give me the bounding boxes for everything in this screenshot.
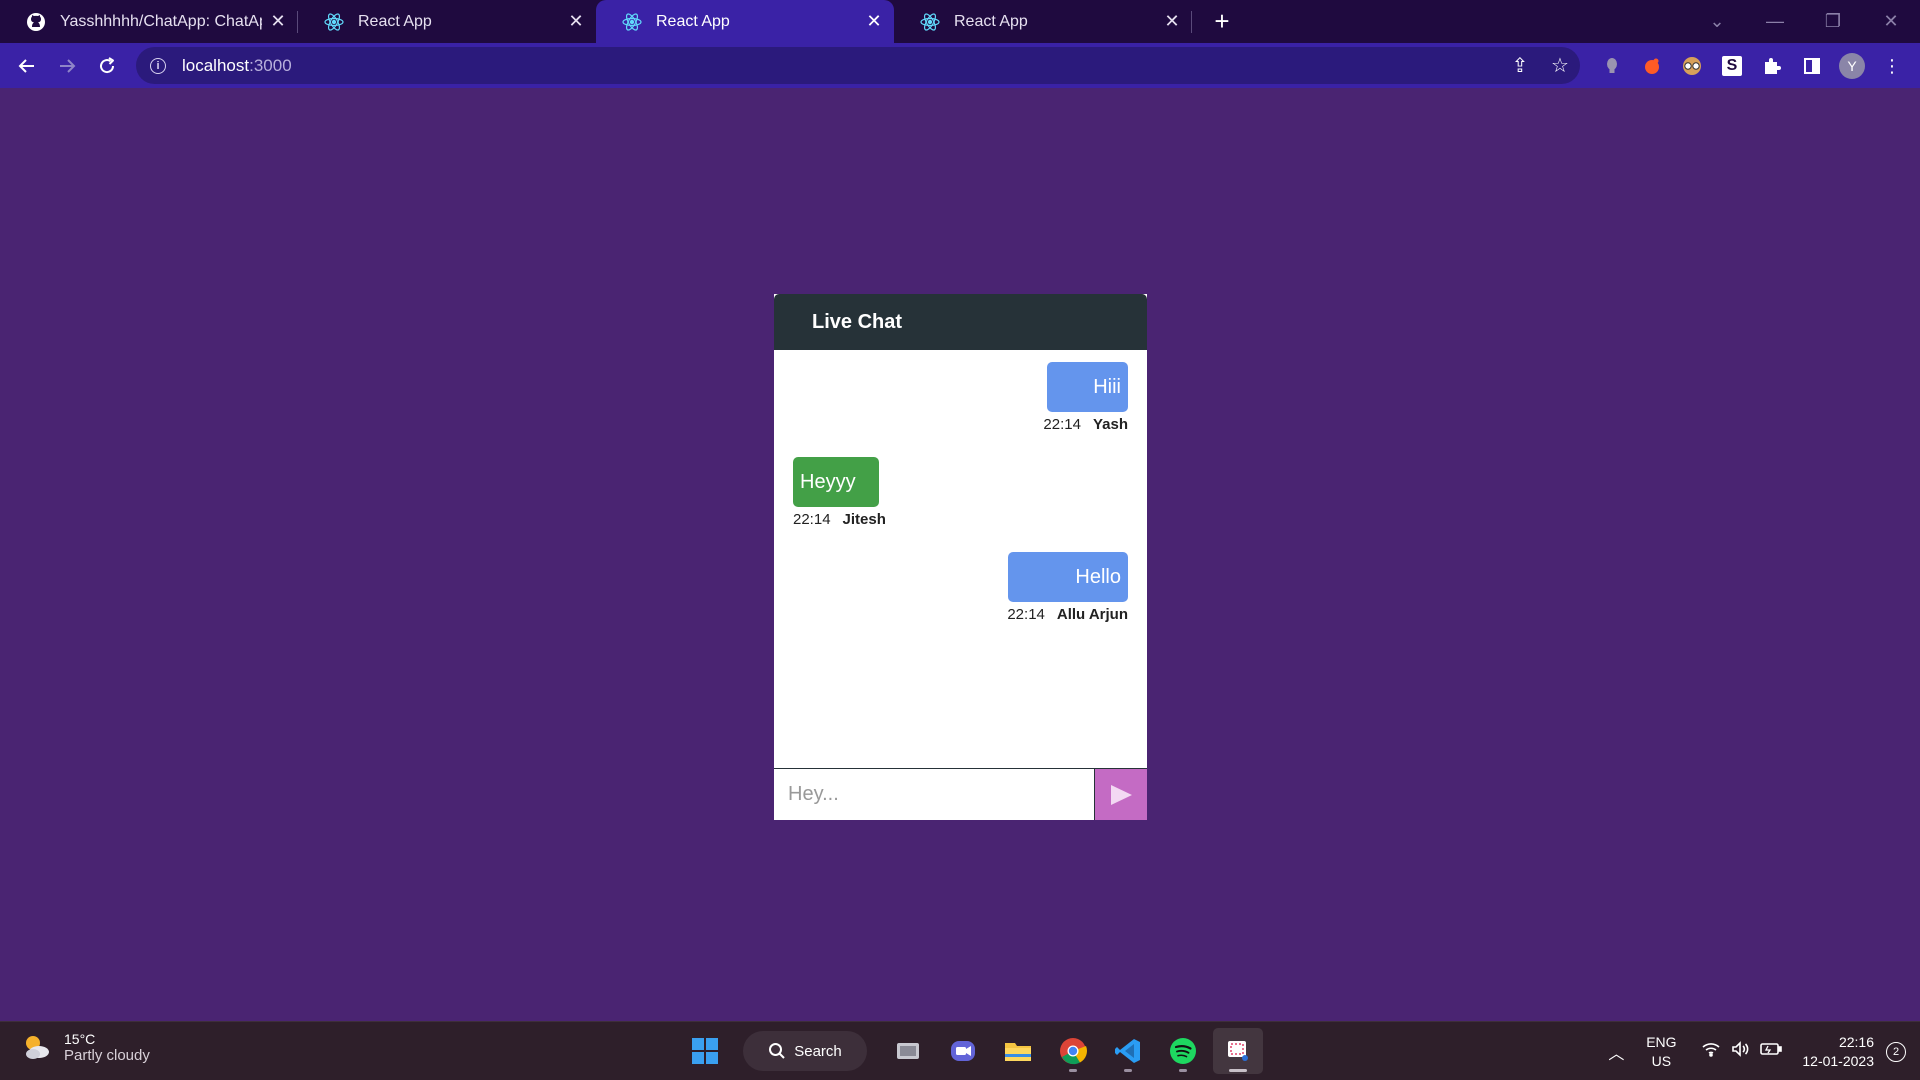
new-tab-button[interactable]: + [1202,0,1242,43]
extension-s-icon[interactable]: S [1715,49,1749,83]
message-meta: 22:14 Yash [1043,416,1128,433]
tab-react-app-1[interactable]: React App ✕ [298,0,596,43]
close-tab-icon[interactable]: ✕ [560,11,592,32]
close-tab-icon[interactable]: ✕ [1156,11,1188,32]
clock-time: 22:16 [1838,1033,1874,1050]
tab-search-icon[interactable]: ⌄ [1688,11,1746,32]
chevron-up-icon[interactable]: ︿ [1596,1040,1636,1064]
message-meta: 22:14 Jitesh [793,511,886,528]
address-bar[interactable]: i localhost:3000 ⇪ ☆ [136,47,1580,84]
browser-menu-icon[interactable]: ⋮ [1875,49,1909,83]
tab-title: React App [954,12,1028,30]
side-panel-icon[interactable] [1795,49,1829,83]
back-arrow-icon[interactable] [7,46,47,86]
vscode-icon[interactable] [1103,1028,1153,1074]
message-text: Heyyy [800,470,856,493]
weather-temp: 15°C [64,1030,96,1047]
file-explorer-icon[interactable] [993,1028,1043,1074]
react-icon [324,12,344,32]
share-icon[interactable]: ⇪ [1500,53,1540,78]
clock-date: 12-01-2023 [1802,1052,1874,1069]
tab-react-app-3[interactable]: React App ✕ [894,0,1192,43]
forward-arrow-icon[interactable] [47,46,87,86]
message-meta: 22:14 Allu Arjun [1007,606,1128,623]
send-button[interactable] [1095,769,1147,820]
react-icon [622,12,642,32]
taskbar-apps: Search [680,1028,1268,1074]
site-info-icon[interactable]: i [150,57,166,74]
teams-chat-icon[interactable] [938,1028,988,1074]
extensions-puzzle-icon[interactable] [1755,49,1789,83]
message-author: Jitesh [842,511,886,528]
battery-icon[interactable] [1756,1042,1786,1061]
close-tab-icon[interactable]: ✕ [858,11,890,32]
extension-bulb-icon[interactable] [1595,49,1629,83]
message-you: Hiii 22:14 Yash [1043,362,1128,433]
system-tray: ︿ ENG US 22:16 12-01-2023 2 [1596,1022,1920,1080]
search-icon [769,1043,785,1059]
running-indicator [1179,1069,1187,1072]
spotify-icon[interactable] [1158,1028,1208,1074]
message-text: Hello [1075,565,1121,588]
running-indicator [1229,1069,1247,1072]
browser-toolbar: i localhost:3000 ⇪ ☆ S Y ⋮ [0,43,1920,88]
running-indicator [1069,1069,1077,1072]
window-controls: ⌄ — ❐ ✕ [1688,0,1920,43]
language-indicator[interactable]: ENG US [1636,1033,1686,1071]
message-time: 22:14 [793,511,831,528]
taskbar: 15°C Partly cloudy Search ︿ ENG US 22:16… [0,1021,1920,1080]
extension-glasses-icon[interactable] [1675,49,1709,83]
tab-react-app-2[interactable]: React App ✕ [596,0,894,43]
windows-start-icon[interactable] [680,1028,730,1074]
chat-footer [774,769,1147,820]
weather-widget[interactable]: 15°C Partly cloudy [20,1030,150,1064]
message-input[interactable] [774,769,1095,820]
tab-strip: Yasshhhhh/ChatApp: ChatApp made ✕ React … [0,0,1920,43]
message-author: Allu Arjun [1056,606,1128,623]
chat-header: Live Chat [774,294,1147,350]
reload-icon[interactable] [87,46,127,86]
play-triangle-icon [1111,784,1132,805]
message-bubble: Heyyy [793,457,879,507]
task-view-icon[interactable] [883,1028,933,1074]
tab-title: React App [358,12,432,30]
message-author: Yash [1092,416,1128,433]
extension-orange-icon[interactable] [1635,49,1669,83]
partly-cloudy-icon [26,1036,49,1059]
chat-title: Live Chat [812,310,903,333]
minimize-icon[interactable]: — [1746,11,1804,32]
tab-separator [1191,11,1192,33]
running-indicator [1124,1069,1132,1072]
profile-avatar[interactable]: Y [1835,49,1869,83]
weather-condition: Partly cloudy [64,1046,150,1064]
taskbar-clock[interactable]: 22:16 12-01-2023 [1802,1033,1874,1071]
volume-icon[interactable] [1726,1041,1756,1062]
react-icon [920,12,940,32]
message-you: Hello 22:14 Allu Arjun [1007,552,1128,623]
github-icon [26,12,46,32]
message-time: 22:14 [1007,606,1045,623]
search-label: Search [794,1042,842,1060]
close-tab-icon[interactable]: ✕ [262,11,294,32]
url-text[interactable]: localhost:3000 [182,56,292,76]
taskbar-search[interactable]: Search [743,1031,867,1071]
chrome-icon[interactable] [1048,1028,1098,1074]
bookmark-star-icon[interactable]: ☆ [1540,53,1580,78]
chat-window: Live Chat Hiii 22:14 Yash Heyyy 22:14 Ji… [774,294,1147,820]
notification-badge[interactable]: 2 [1886,1041,1906,1062]
tab-title: React App [656,12,730,30]
message-text: Hiii [1093,375,1121,398]
message-bubble: Hiii [1047,362,1128,412]
message-time: 22:14 [1043,416,1081,433]
close-window-icon[interactable]: ✕ [1862,11,1920,32]
chat-body[interactable]: Hiii 22:14 Yash Heyyy 22:14 Jitesh Hello… [774,350,1147,769]
wifi-icon[interactable] [1696,1041,1726,1062]
tab-title: Yasshhhhh/ChatApp: ChatApp made [60,12,262,30]
snipping-tool-icon[interactable] [1213,1028,1263,1074]
message-other: Heyyy 22:14 Jitesh [793,457,886,528]
message-bubble: Hello [1008,552,1128,602]
restore-icon[interactable]: ❐ [1804,11,1862,32]
tab-github[interactable]: Yasshhhhh/ChatApp: ChatApp made ✕ [0,0,298,43]
